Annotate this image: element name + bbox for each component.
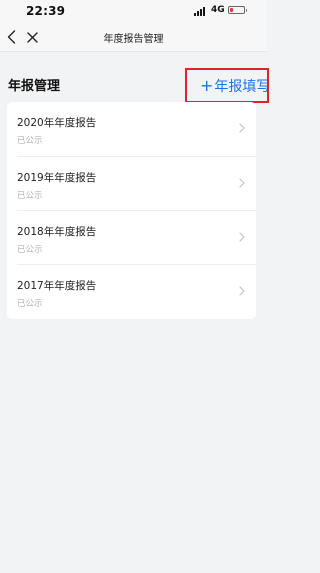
fill-annual-report-label: 年报填写 bbox=[214, 79, 269, 95]
report-status: 已公示 bbox=[17, 245, 43, 255]
report-item-2018[interactable]: 2018年年度报告 已公示 bbox=[7, 211, 256, 264]
chevron-right-icon bbox=[239, 286, 245, 296]
chevron-right-icon bbox=[239, 123, 245, 133]
plus-icon: + bbox=[200, 76, 214, 95]
report-item-2017[interactable]: 2017年年度报告 已公示 bbox=[7, 265, 256, 318]
status-time: 22:39 bbox=[26, 4, 66, 18]
battery-icon bbox=[228, 6, 247, 14]
section-title: 年报管理 bbox=[8, 79, 61, 94]
report-list: 2020年年度报告 已公示 2019年年度报告 已公示 2018年年度报告 已公… bbox=[7, 102, 256, 319]
signal-icon bbox=[194, 7, 208, 16]
report-status: 已公示 bbox=[17, 191, 43, 201]
report-status: 已公示 bbox=[17, 299, 43, 309]
chevron-right-icon bbox=[239, 178, 245, 188]
report-name: 2018年年度报告 bbox=[17, 226, 97, 238]
report-item-2020[interactable]: 2020年年度报告 已公示 bbox=[7, 102, 256, 155]
report-name: 2017年年度报告 bbox=[17, 280, 97, 292]
status-bar: 22:39 4G bbox=[0, 0, 267, 22]
navigation-bar: 年度报告管理 bbox=[0, 22, 267, 52]
chevron-right-icon bbox=[239, 232, 245, 242]
battery-level bbox=[230, 8, 233, 12]
report-item-2019[interactable]: 2019年年度报告 已公示 bbox=[7, 157, 256, 210]
network-type: 4G bbox=[211, 5, 225, 15]
fill-annual-report-button[interactable]: +年报填写 bbox=[185, 68, 269, 103]
page-title: 年度报告管理 bbox=[103, 34, 164, 45]
report-status: 已公示 bbox=[17, 136, 43, 146]
report-name: 2019年年度报告 bbox=[17, 172, 97, 184]
report-name: 2020年年度报告 bbox=[17, 117, 97, 129]
